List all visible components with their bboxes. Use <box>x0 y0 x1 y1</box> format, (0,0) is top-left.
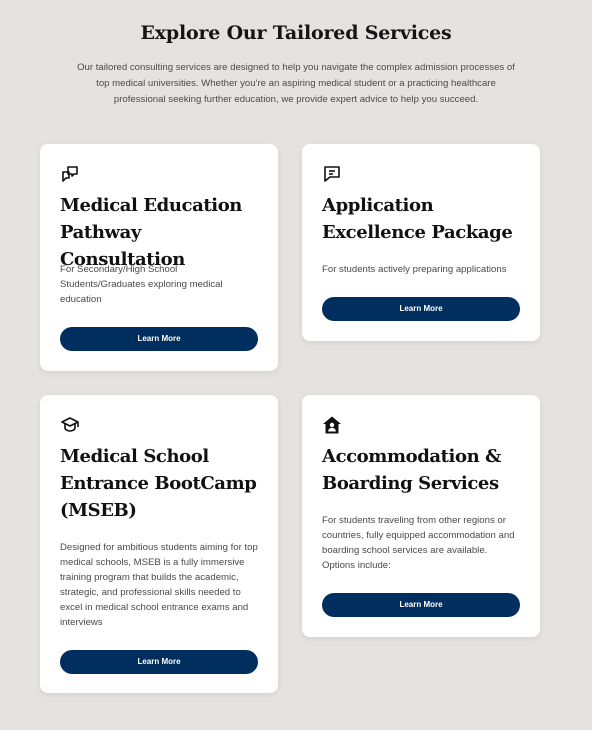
card-description: For students traveling from other region… <box>322 515 515 571</box>
chat-bubbles-icon <box>60 164 80 184</box>
card-title: Accommodation & Boarding Services <box>322 446 502 494</box>
service-card-application-excellence: Application Excellence Package For stude… <box>302 144 540 341</box>
learn-more-button[interactable]: Learn More <box>60 650 258 674</box>
card-description: For students actively preparing applicat… <box>322 264 507 275</box>
card-title: Application Excellence Package <box>322 195 513 243</box>
house-user-icon <box>322 415 342 435</box>
card-title: Medical Education Pathway Consultation <box>60 195 242 270</box>
graduation-cap-icon <box>60 415 80 435</box>
learn-more-button[interactable]: Learn More <box>322 297 520 321</box>
learn-more-button[interactable]: Learn More <box>322 593 520 617</box>
service-card-mseb-bootcamp: Medical School Entrance BootCamp (MSEB) … <box>40 395 278 693</box>
card-title: Medical School Entrance BootCamp (MSEB) <box>60 446 257 521</box>
service-card-pathway-consultation: Medical Education Pathway Consultation F… <box>40 144 278 371</box>
message-icon <box>322 164 342 184</box>
page-subtitle: Our tailored consulting services are des… <box>77 62 515 105</box>
card-description: Designed for ambitious students aiming f… <box>60 542 258 628</box>
card-description: For Secondary/High School Students/Gradu… <box>60 264 223 305</box>
service-card-accommodation: Accommodation & Boarding Services For st… <box>302 395 540 637</box>
learn-more-button[interactable]: Learn More <box>60 327 258 351</box>
page-title: Explore Our Tailored Services <box>140 22 452 44</box>
